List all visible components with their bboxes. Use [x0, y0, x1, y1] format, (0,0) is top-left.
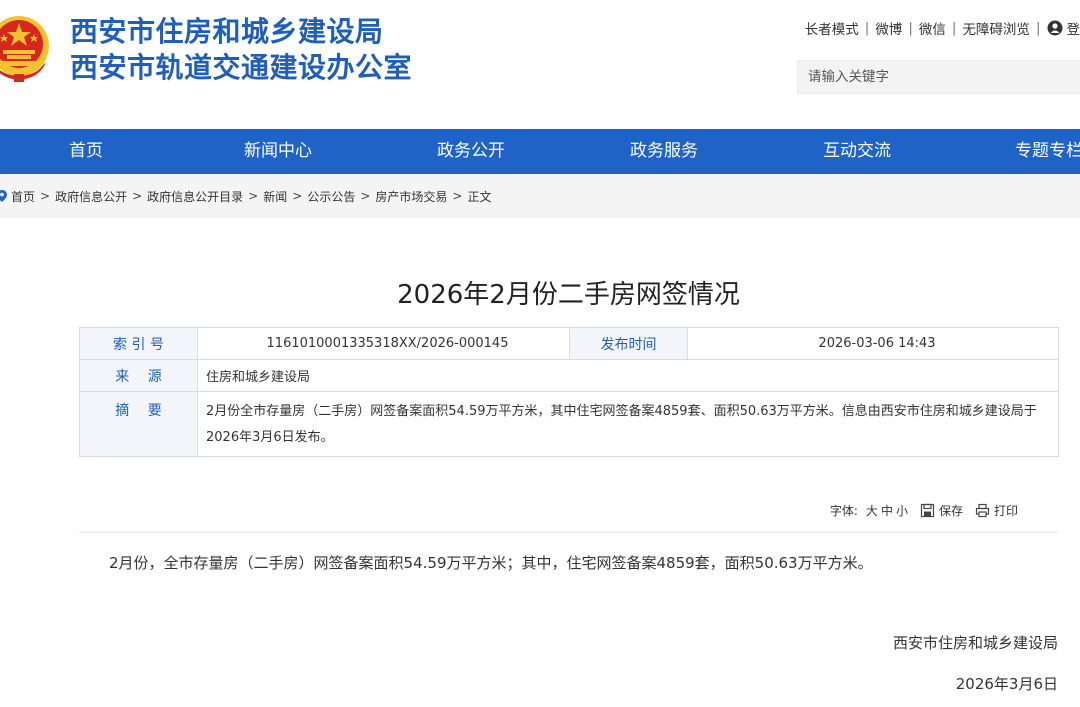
breadcrumb-gov-info[interactable]: 政府信息公开	[55, 188, 127, 205]
save-button[interactable]: 保存	[939, 502, 963, 519]
signature-date: 2026年3月6日	[955, 675, 1058, 693]
index-value: 1161010001335318XX/2026-000145	[197, 327, 570, 360]
publish-time-label: 发布时间	[569, 327, 688, 360]
breadcrumb-separator: >	[132, 189, 143, 203]
national-emblem-icon	[0, 16, 49, 82]
breadcrumb-separator: >	[452, 189, 463, 203]
top-link-separator: |	[864, 20, 870, 36]
nav-item-home[interactable]: 首页	[69, 129, 103, 174]
source-value: 住房和城乡建设局	[197, 359, 1059, 392]
nav-item-news[interactable]: 新闻中心	[244, 129, 312, 174]
search-input[interactable]	[797, 60, 1080, 94]
nav-item-interaction[interactable]: 互动交流	[823, 129, 891, 174]
user-icon[interactable]	[1047, 20, 1063, 36]
breadcrumb-separator: >	[40, 189, 51, 203]
breadcrumb-current: 正文	[467, 189, 492, 204]
elder-mode-link[interactable]: 长者模式	[805, 18, 859, 38]
print-button[interactable]: 打印	[994, 502, 1018, 519]
breadcrumb-separator: >	[292, 189, 303, 203]
top-link-separator: |	[951, 20, 957, 36]
breadcrumb: 首页 > 政府信息公开 > 政府信息公开目录 > 新闻 > 公示公告 > 房产市…	[0, 174, 491, 218]
breadcrumb-news[interactable]: 新闻	[263, 188, 287, 205]
top-link-separator: |	[908, 20, 913, 36]
main-nav: 首页 新闻中心 政务公开 政务服务 互动交流 专题专栏	[0, 129, 1080, 174]
site-title: 西安市住房和城乡建设局 西安市轨道交通建设办公室	[70, 14, 412, 86]
top-link-separator: |	[1035, 20, 1041, 36]
breadcrumb-home[interactable]: 首页	[11, 188, 35, 205]
location-pin-icon	[0, 190, 7, 202]
site-title-line2: 西安市轨道交通建设办公室	[70, 51, 413, 84]
content-divider	[79, 532, 1059, 533]
summary-label: 摘 要	[79, 391, 198, 457]
article-body: 2月份，全市存量房（二手房）网签备案面积54.59万平方米；其中，住宅网签备案4…	[109, 554, 873, 572]
font-size-label: 字体:	[829, 504, 858, 518]
nav-item-special[interactable]: 专题专栏	[1015, 129, 1080, 174]
save-icon[interactable]	[920, 503, 935, 518]
meta-row-summary: 摘 要 2月份全市存量房（二手房）网签备案面积54.59万平方米，其中住宅网签备…	[79, 391, 1059, 457]
top-links: 长者模式 | 微博 | 微信 | 无障碍浏览 | 登	[805, 18, 1080, 38]
breadcrumb-gov-info-catalog[interactable]: 政府信息公开目录	[147, 188, 243, 205]
site-title-line1: 西安市住房和城乡建设局	[70, 15, 384, 48]
font-size-small[interactable]: 小	[896, 502, 908, 519]
source-label: 来 源	[79, 359, 198, 392]
nav-item-gov-service[interactable]: 政务服务	[630, 129, 698, 174]
meta-row-index: 索 引 号 1161010001335318XX/2026-000145 发布时…	[79, 327, 1059, 360]
breadcrumb-separator: >	[360, 189, 371, 203]
breadcrumb-notices[interactable]: 公示公告	[307, 188, 355, 205]
print-icon[interactable]	[975, 503, 990, 518]
wechat-link[interactable]: 微信	[919, 18, 946, 38]
breadcrumb-housing-market[interactable]: 房产市场交易	[375, 188, 447, 205]
accessibility-link[interactable]: 无障碍浏览	[962, 18, 1030, 38]
font-size-large[interactable]: 大	[866, 502, 878, 519]
page-title: 2026年2月份二手房网签情况	[397, 280, 740, 310]
meta-row-source: 来 源 住房和城乡建设局	[79, 359, 1059, 392]
breadcrumb-bar: 首页 > 政府信息公开 > 政府信息公开目录 > 新闻 > 公示公告 > 房产市…	[0, 174, 1080, 218]
site-header: 西安市住房和城乡建设局 西安市轨道交通建设办公室 长者模式 | 微博 | 微信 …	[0, 0, 1080, 129]
summary-value: 2月份全市存量房（二手房）网签备案面积54.59万平方米，其中住宅网签备案485…	[197, 391, 1059, 457]
publish-time-value: 2026-03-06 14:43	[687, 327, 1059, 360]
index-label: 索 引 号	[79, 327, 198, 360]
weibo-link[interactable]: 微博	[875, 18, 902, 38]
signature-org: 西安市住房和城乡建设局	[892, 634, 1058, 652]
font-size-medium[interactable]: 中	[881, 502, 893, 519]
nav-item-gov-info[interactable]: 政务公开	[437, 129, 505, 174]
login-link[interactable]: 登	[1067, 18, 1080, 38]
breadcrumb-separator: >	[248, 189, 259, 203]
article-tools: 字体: 大 中 小 保存 打印	[830, 502, 1018, 519]
article-meta-table: 索 引 号 1161010001335318XX/2026-000145 发布时…	[79, 327, 1059, 457]
